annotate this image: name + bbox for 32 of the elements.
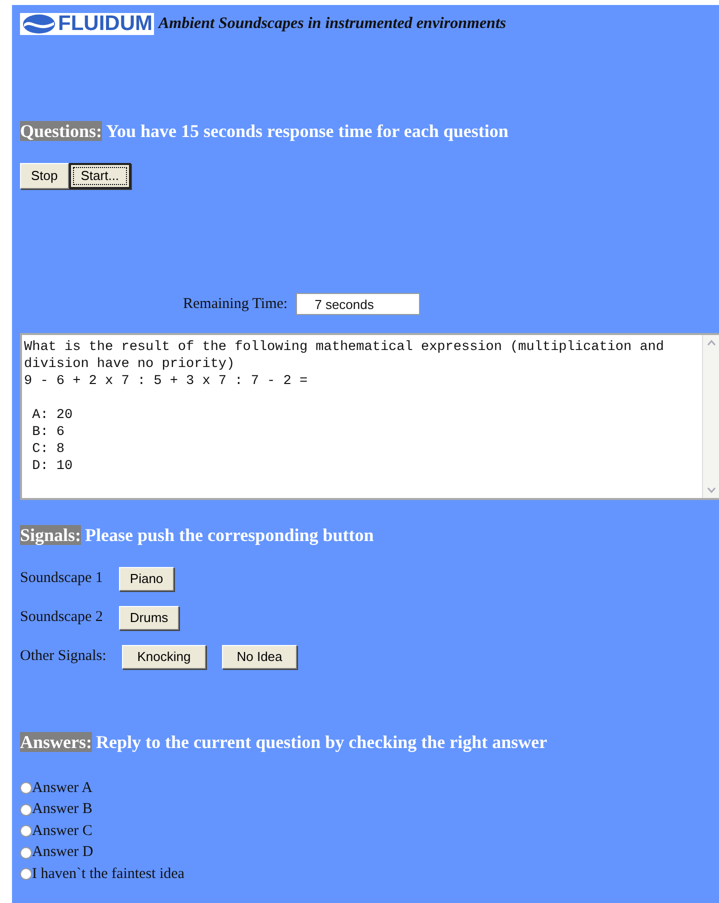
radio-button[interactable] [20, 782, 32, 794]
question-box[interactable]: What is the result of the following mathematical expression (multiplication and division have no priority) 9 - 6 + 2 x 7 : 5 + 3 x 7 : 7 - 2 = A: 20 B: 6 C: 8 D: 10 [20, 332, 719, 500]
answer-label: Answer D [32, 843, 94, 862]
section-label: Signals: [20, 524, 82, 544]
scrollbar[interactable] [702, 334, 719, 498]
remaining-time-field[interactable]: 7 seconds [296, 293, 420, 316]
radio-button[interactable] [20, 868, 32, 880]
radio-button[interactable] [20, 825, 32, 838]
section-label: Answers: [20, 732, 92, 752]
stop-button[interactable]: Stop [20, 163, 69, 189]
signal-button[interactable]: Piano [118, 566, 174, 590]
signal-label: Soundscape 1 [20, 569, 103, 588]
answer-label: Answer B [32, 800, 92, 819]
answer-label: Answer C [32, 822, 92, 840]
answer-label: Answer A [32, 778, 92, 798]
signal-label: Other Signals: [20, 647, 106, 666]
logo-text: FLUIDUM [58, 13, 152, 35]
section-heading: You have 15 seconds response time for each question [106, 121, 508, 141]
signal-button[interactable]: Drums [118, 606, 180, 630]
section-heading: Please push the corresponding button [85, 524, 374, 544]
signal-button[interactable]: No Idea [222, 644, 298, 668]
section-heading: Reply to the current question by checking the right answer [96, 732, 548, 752]
section-label: Questions: [20, 121, 102, 141]
radio-button[interactable] [20, 804, 32, 816]
remaining-time-label: Remaining Time: [183, 295, 288, 314]
subtitle: Ambient Soundscapes in instrumented environments [158, 14, 506, 34]
answer-label: I haven`t the faintest idea [32, 864, 184, 884]
signal-button[interactable]: Knocking [122, 644, 206, 668]
start-button[interactable]: Start... [68, 163, 132, 189]
radio-button[interactable] [20, 846, 32, 859]
signal-label: Soundscape 2 [20, 608, 103, 628]
question-text: What is the result of the following mathematical expression (multiplication and division have no priority) 9 - 6 + 2 x 7 : 5 + 3 x 7 : 7 - 2 = A: 20 B: 6 C: 8 D: 10 [23, 338, 666, 476]
